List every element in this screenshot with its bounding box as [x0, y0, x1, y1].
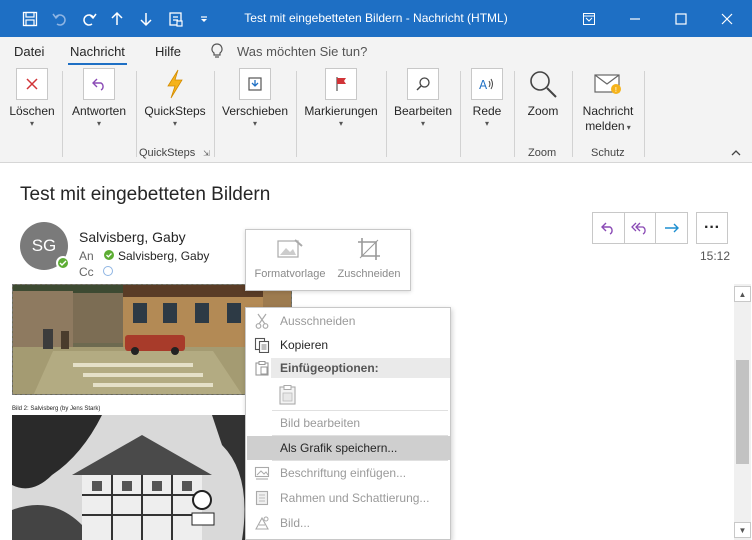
collapse-ribbon-icon[interactable] — [730, 147, 742, 161]
menu-item-picture[interactable]: Bild... — [247, 511, 450, 535]
vertical-scrollbar[interactable]: ▲ ▼ — [734, 284, 751, 540]
menu-item-insert-caption[interactable]: Beschriftung einfügen... — [247, 461, 450, 485]
report-message-button[interactable]: ! Nachricht melden ▾ — [580, 68, 636, 134]
borders-shading-icon — [253, 489, 271, 507]
image-caption: Bild 2: Salvisberg (by Jens Stark) — [12, 406, 101, 412]
message-actions — [592, 212, 688, 244]
menu-item-cut[interactable]: Ausschneiden — [247, 309, 450, 333]
group-label-protect: Schutz — [591, 147, 625, 159]
group-label-quicksteps: QuickSteps — [139, 147, 196, 159]
svg-text:!: ! — [615, 86, 618, 94]
reply-all-icon[interactable] — [625, 213, 657, 243]
insert-caption-icon — [253, 464, 271, 482]
chevron-down-icon: ▾ — [420, 119, 425, 128]
context-menu: Ausschneiden Kopieren Einfügeoptionen: B… — [245, 307, 451, 540]
presence-available-icon — [104, 250, 114, 260]
message-subject: Test mit eingebetteten Bildern — [20, 184, 271, 205]
reply-icon — [83, 68, 115, 100]
chevron-down-icon: ▾ — [29, 119, 34, 128]
chevron-down-icon: ▾ — [172, 119, 177, 128]
menu-item-save-as-image[interactable]: Als Grafik speichern... — [247, 436, 450, 460]
ribbon-separator — [644, 71, 645, 157]
scroll-up-icon[interactable]: ▲ — [734, 286, 751, 302]
zoom-button[interactable]: Zoom — [522, 68, 564, 119]
ribbon-display-options-icon[interactable] — [566, 0, 612, 37]
tags-button[interactable]: Markierungen ▾ — [302, 68, 380, 129]
sender-name[interactable]: Salvisberg, Gaby — [79, 229, 186, 245]
menu-item-borders-shading[interactable]: Rahmen und Schattierung... — [247, 486, 450, 510]
received-time: 15:12 — [700, 249, 731, 263]
paste-keep-source-icon[interactable] — [277, 384, 299, 406]
to-label: An — [79, 249, 94, 263]
search-icon — [407, 68, 439, 100]
presence-available-icon — [56, 256, 70, 270]
delete-button[interactable]: Löschen ▾ — [9, 68, 55, 129]
chevron-down-icon: ▾ — [484, 119, 489, 128]
group-label-zoom: Zoom — [528, 147, 557, 159]
ribbon-separator — [296, 71, 297, 157]
scroll-down-icon[interactable]: ▼ — [734, 522, 751, 538]
chevron-down-icon: ▾ — [338, 119, 343, 128]
reply-button[interactable]: Antworten ▾ — [70, 68, 128, 129]
magnifier-icon — [527, 68, 559, 100]
crop-icon — [358, 238, 380, 260]
move-icon — [239, 68, 271, 100]
menu-item-copy[interactable]: Kopieren — [247, 333, 450, 357]
crop-button[interactable]: Zuschneiden — [334, 236, 404, 280]
lightning-icon — [159, 68, 191, 100]
scissors-icon — [253, 312, 271, 330]
presence-unknown-icon — [103, 266, 113, 276]
format-picture-icon — [253, 514, 271, 532]
ribbon-separator — [62, 71, 63, 157]
speech-button[interactable]: A Rede ▾ — [468, 68, 506, 129]
recipient-name[interactable]: Salvisberg, Gaby — [118, 249, 209, 263]
ribbon-separator — [214, 71, 215, 157]
quicksteps-button[interactable]: QuickSteps ▾ — [144, 68, 206, 129]
ribbon-separator — [572, 71, 573, 157]
tab-nachricht[interactable]: Nachricht — [68, 44, 127, 65]
editing-button[interactable]: Bearbeiten ▾ — [394, 68, 452, 129]
title-bar: Test mit eingebetteten Bildern - Nachric… — [0, 0, 752, 37]
ribbon-separator — [386, 71, 387, 157]
ribbon-separator — [136, 71, 137, 157]
paste-icon — [253, 359, 271, 377]
forward-icon[interactable] — [656, 213, 687, 243]
tab-datei[interactable]: Datei — [14, 44, 44, 59]
picture-style-icon — [277, 239, 303, 258]
chevron-down-icon: ▾ — [96, 119, 101, 128]
maximize-icon[interactable] — [658, 0, 704, 37]
dialog-launcher-icon[interactable]: ⇲ — [203, 149, 210, 158]
avatar[interactable]: SG — [20, 222, 70, 270]
reply-icon[interactable] — [593, 213, 625, 243]
lightbulb-icon — [210, 43, 224, 62]
move-button[interactable]: Verschieben ▾ — [222, 68, 288, 129]
read-aloud-icon: A — [471, 68, 503, 100]
ribbon-separator — [514, 71, 515, 157]
delete-icon — [16, 68, 48, 100]
menu-item-edit-image[interactable]: Bild bearbeiten — [247, 411, 450, 435]
menu-tabs: Datei Nachricht Hilfe Was möchten Sie tu… — [0, 37, 752, 65]
tab-hilfe[interactable]: Hilfe — [155, 44, 181, 59]
ribbon: Löschen ▾ Antworten ▾ QuickSteps ▾ Quick… — [0, 65, 752, 163]
report-message-icon: ! — [592, 68, 624, 100]
ribbon-separator — [460, 71, 461, 157]
scrollbar-thumb[interactable] — [736, 360, 749, 464]
mini-toolbar: Formatvorlage Zuschneiden — [245, 229, 411, 291]
close-icon[interactable] — [704, 0, 750, 37]
chevron-down-icon: ▾ — [624, 123, 631, 132]
tell-me-search[interactable]: Was möchten Sie tun? — [237, 44, 367, 59]
copy-icon — [253, 336, 271, 354]
cc-label: Cc — [79, 265, 94, 279]
minimize-icon[interactable] — [612, 0, 658, 37]
more-actions-icon[interactable]: ··· — [696, 212, 728, 244]
paste-options-label: Einfügeoptionen: — [271, 358, 450, 378]
svg-text:A: A — [479, 78, 488, 92]
style-button[interactable]: Formatvorlage — [253, 236, 327, 280]
flag-icon — [325, 68, 357, 100]
chevron-down-icon: ▾ — [252, 119, 257, 128]
